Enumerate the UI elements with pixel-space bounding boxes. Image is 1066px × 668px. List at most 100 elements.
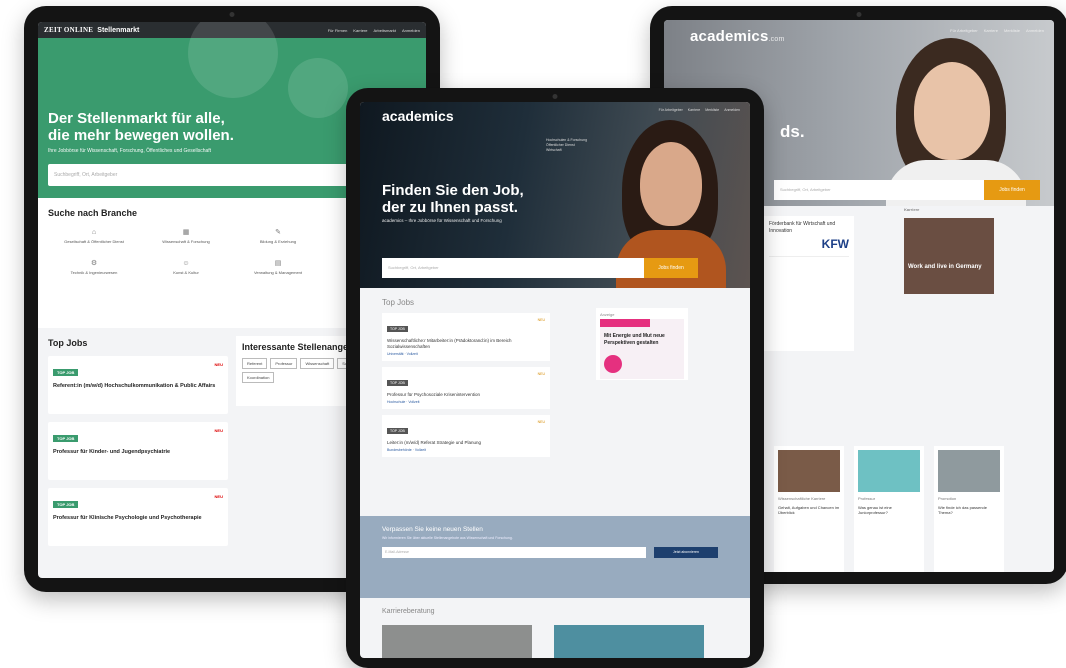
product-showcase: ZEIT ONLINE Stellenmarkt Für Firmen Karr… — [0, 0, 1066, 668]
ad-banner: Mit Energie und Mut neue Perspektiven ge… — [600, 319, 684, 379]
job-title[interactable]: Referent:in (m/w/d) Hochschulkommunikati… — [53, 383, 223, 390]
nav-item[interactable]: Anmelden — [724, 108, 740, 112]
camera-dot — [552, 94, 558, 99]
top-jobs-column: Top Jobs TOP JOB NEU Referent:in (m/w/d)… — [48, 338, 228, 546]
top-nav: Für Arbeitgeber Karriere Merkliste Anmel… — [659, 108, 740, 112]
nav-item[interactable]: Für Firmen — [328, 28, 348, 33]
top-job-badge: TOP JOB — [387, 326, 408, 332]
newsletter-section: Verpassen Sie keine neuen Stellen Wir in… — [360, 516, 750, 598]
hero-text: academics – Ihre Jobbörse für Wissenscha… — [382, 218, 502, 223]
hero-photo-face — [640, 142, 702, 226]
top-job-badge: TOP JOB — [387, 428, 408, 434]
tag-chip[interactable]: Wissenschaft — [300, 358, 335, 369]
career-title: Karriereberatung — [382, 608, 435, 615]
search-button[interactable]: Jobs finden — [984, 180, 1040, 200]
job-title[interactable]: Wissenschaftliche:r Mitarbeiter:in (Präd… — [387, 338, 545, 350]
career-image[interactable] — [382, 625, 532, 658]
job-meta: Hochschule · Vollzeit — [387, 400, 420, 404]
branche-item[interactable]: ⚙ Technik & Ingenieurwesen — [48, 260, 140, 276]
job-title[interactable]: Professur für Kinder- und Jugendpsychiat… — [53, 449, 223, 456]
search-input[interactable]: Suchbegriff, Ort, Arbeitgeber Jobs finde… — [382, 258, 698, 278]
top-job-badge: TOP JOB — [53, 369, 79, 376]
nav-item[interactable]: Arbeitsmarkt — [374, 28, 396, 33]
brand-logo[interactable]: ZEIT ONLINE — [44, 26, 93, 34]
job-card[interactable]: TOP JOB NEU Professur für Kinder- und Ju… — [48, 422, 228, 480]
job-card[interactable]: TOP JOB NEU Professur für Klinische Psyc… — [48, 488, 228, 546]
feature-label: Karriere — [904, 207, 920, 212]
hero-title: Finden Sie den Job, der zu Ihnen passt. — [382, 182, 524, 216]
article-card[interactable]: Wissenschaftliche Karriere Gehalt, Aufga… — [774, 446, 844, 572]
document-icon: ▤ — [274, 260, 282, 267]
search-button[interactable]: Jobs finden — [644, 258, 698, 278]
branche-item[interactable]: ✎ Bildung & Erziehung — [232, 229, 324, 245]
career-image[interactable] — [554, 625, 704, 658]
top-job-badge: TOP JOB — [53, 501, 79, 508]
employer-text: Förderbank für Wirtschaft und Innovation — [769, 221, 836, 234]
career-images — [382, 625, 728, 658]
nav-item[interactable]: Für Arbeitgeber — [950, 28, 978, 33]
email-field[interactable]: E-Mail-Adresse — [382, 547, 646, 558]
job-card[interactable]: TOP JOB NEU Professur für Psychosoziale … — [382, 367, 550, 409]
job-meta: Bundesbehörde · Vollzeit — [387, 448, 426, 452]
branche-label: Gesellschaft & Öffentlicher Dienst — [64, 239, 124, 244]
center-screen: academics Für Arbeitgeber Karriere Merkl… — [360, 102, 750, 658]
feature-card[interactable]: Karriere Work and live in Germany — [904, 207, 994, 294]
search-input[interactable]: Suchbegriff, Ort, Arbeitgeber — [48, 164, 348, 186]
branche-label: Wissenschaft & Forschung — [162, 239, 210, 244]
nav-item[interactable]: Merkliste — [1004, 28, 1020, 33]
camera-dot — [856, 12, 862, 17]
job-card[interactable]: TOP JOB NEU Referent:in (m/w/d) Hochschu… — [48, 356, 228, 414]
hero-photo-face — [914, 62, 990, 160]
nav-item[interactable]: Karriere — [688, 108, 700, 112]
job-title[interactable]: Professur für Psychosoziale Kriseninterv… — [387, 392, 545, 398]
employer-card[interactable]: Förderbank für Wirtschaft und Innovation… — [764, 216, 854, 351]
top-nav: Für Firmen Karriere Arbeitsmarkt Anmelde… — [328, 28, 420, 33]
search-placeholder: Suchbegriff, Ort, Arbeitgeber — [780, 187, 831, 192]
branche-item[interactable]: ☺ Kunst & Kultur — [140, 260, 232, 276]
nav-item[interactable]: Karriere — [984, 28, 998, 33]
article-card[interactable]: Promotion Wie finde ich das passende The… — [934, 446, 1004, 572]
newsletter-title: Verpassen Sie keine neuen Stellen — [382, 526, 483, 533]
article-card[interactable]: Professur Was genau ist eine Juniorprofe… — [854, 446, 924, 572]
nav-item[interactable]: Karriere — [353, 28, 367, 33]
branche-item[interactable]: ▤ Verwaltung & Management — [232, 260, 324, 276]
nav-item[interactable]: Anmelden — [402, 28, 420, 33]
job-title[interactable]: Leiter:in (m/w/d) Referat Strategie und … — [387, 440, 545, 446]
decorative-shape — [188, 22, 278, 98]
article-text: Gehalt, Aufgaben und Chancen im Überblic… — [778, 505, 840, 515]
house-icon: ⌂ — [91, 229, 97, 236]
branche-item[interactable]: ⌂ Gesellschaft & Öffentlicher Dienst — [48, 229, 140, 245]
search-input[interactable]: Suchbegriff, Ort, Arbeitgeber Jobs finde… — [774, 180, 1040, 200]
hero-title: ds. — [780, 122, 805, 141]
pencil-icon: ✎ — [275, 229, 281, 236]
nav-item[interactable]: Anmelden — [1026, 28, 1044, 33]
subscribe-button[interactable]: Jetzt abonnieren — [654, 547, 718, 558]
logo-suffix: .com — [768, 36, 785, 43]
article-text: Was genau ist eine Juniorprofessur? — [858, 505, 892, 515]
category-item[interactable]: Wirtschaft — [546, 148, 587, 153]
top-job-badge: TOP JOB — [387, 380, 408, 386]
job-meta: Universität · Vollzeit — [387, 352, 418, 356]
branche-item[interactable]: ▦ Wissenschaft & Forschung — [140, 229, 232, 245]
article-text: Wie finde ich das passende Thema? — [938, 505, 987, 515]
branche-label: Technik & Ingenieurwesen — [70, 270, 118, 275]
job-card[interactable]: TOP JOB NEU Wissenschaftliche:r Mitarbei… — [382, 313, 550, 361]
tag-chip[interactable]: Professur — [270, 358, 298, 369]
new-badge: NEU — [537, 318, 545, 322]
hero-title-line: der zu Ihnen passt. — [382, 199, 518, 216]
center-tablet: academics Für Arbeitgeber Karriere Merkl… — [346, 88, 764, 668]
newsletter-form: E-Mail-Adresse Jetzt abonnieren — [382, 547, 728, 558]
academics-logo[interactable]: academics.com — [690, 28, 785, 45]
job-card[interactable]: TOP JOB NEU Leiter:in (m/w/d) Referat St… — [382, 415, 550, 457]
advertisement[interactable]: Anzeige Mit Energie und Mut neue Perspek… — [596, 308, 688, 380]
search-placeholder: Suchbegriff, Ort, Arbeitgeber — [388, 265, 439, 270]
tag-chip[interactable]: Koordination — [242, 372, 275, 383]
top-jobs-title: Top Jobs — [48, 338, 88, 348]
nav-item[interactable]: Merkliste — [705, 108, 719, 112]
article-list: Wissenschaftliche Karriere Gehalt, Aufga… — [774, 446, 1004, 572]
career-section: Karriereberatung — [360, 598, 750, 658]
academics-logo[interactable]: academics — [382, 108, 454, 124]
tag-chip[interactable]: Referent — [242, 358, 268, 369]
nav-item[interactable]: Für Arbeitgeber — [659, 108, 683, 112]
job-title[interactable]: Professur für Klinische Psychologie und … — [53, 515, 223, 522]
